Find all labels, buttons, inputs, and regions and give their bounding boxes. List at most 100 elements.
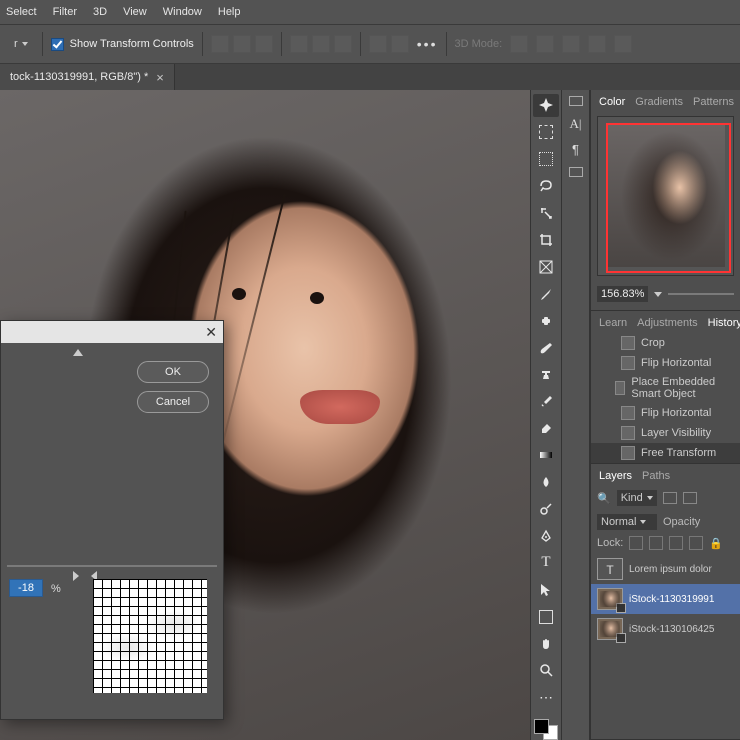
slider-thumb-icon[interactable] [73, 349, 83, 356]
character-panel-icon[interactable]: A| [570, 116, 582, 132]
eyedropper-tool[interactable] [533, 282, 559, 305]
foreground-color-swatch[interactable] [534, 719, 549, 734]
history-item[interactable]: Layer Visibility [591, 423, 740, 443]
move-tool[interactable] [533, 94, 559, 117]
distribute-h-icon[interactable] [369, 35, 387, 53]
lock-pixels-icon[interactable] [649, 536, 663, 550]
align-top-icon[interactable] [211, 35, 229, 53]
zoom-value[interactable]: 156.83% [597, 286, 648, 302]
distortion-grid-preview[interactable] [93, 579, 207, 693]
type-tool[interactable]: T [533, 551, 559, 574]
history-list[interactable]: Crop Flip Horizontal Place Embedded Smar… [591, 333, 740, 463]
zoom-slider[interactable] [668, 293, 734, 295]
eraser-tool[interactable] [533, 417, 559, 440]
filter-pixel-icon[interactable] [663, 492, 677, 504]
amount-input[interactable]: -18 [9, 579, 43, 597]
lock-transparent-icon[interactable] [629, 536, 643, 550]
lock-artboard-icon[interactable] [689, 536, 703, 550]
quick-select-tool[interactable] [533, 202, 559, 225]
align-hcenter-icon[interactable] [312, 35, 330, 53]
menu-item[interactable]: View [123, 6, 147, 18]
layer-name[interactable]: Lorem ipsum dolor [629, 564, 734, 575]
layer-name[interactable]: iStock-1130106425 [629, 624, 734, 635]
ok-button[interactable]: OK [137, 361, 209, 383]
history-item[interactable]: Crop [591, 333, 740, 353]
layer-name[interactable]: iStock-1130319991 [629, 594, 734, 605]
align-bottom-icon[interactable] [255, 35, 273, 53]
menu-item[interactable]: Filter [53, 6, 77, 18]
search-icon[interactable]: 🔍 [597, 492, 611, 505]
layer-row[interactable]: T Lorem ipsum dolor [591, 554, 740, 584]
3d-orbit-icon [510, 35, 528, 53]
tab-layers[interactable]: Layers [599, 470, 632, 482]
document-tab[interactable]: tock-1130319991, RGB/8") * × [0, 64, 175, 90]
close-icon[interactable]: ✕ [205, 324, 217, 341]
menu-item[interactable]: Select [6, 6, 37, 18]
cancel-button[interactable]: Cancel [137, 391, 209, 413]
distribute-v-icon[interactable] [391, 35, 409, 53]
brush-tool[interactable] [533, 336, 559, 359]
lock-all-icon[interactable]: 🔒 [709, 537, 723, 550]
tab-history[interactable]: History [708, 317, 740, 329]
zoom-tool[interactable] [533, 659, 559, 682]
align-left-icon[interactable] [290, 35, 308, 53]
history-item[interactable]: Place Embedded Smart Object [591, 373, 740, 403]
document-canvas[interactable]: ✕ OK Cancel -18 % [0, 90, 530, 740]
filter-adjust-icon[interactable] [683, 492, 697, 504]
amount-slider[interactable] [7, 565, 217, 567]
frame-tool[interactable] [533, 255, 559, 278]
align-right-icon[interactable] [334, 35, 352, 53]
navigator-viewbox[interactable] [606, 123, 731, 273]
layer-row[interactable]: iStock-1130319991 [591, 584, 740, 614]
toolbox: T ⋯ [530, 90, 562, 740]
heal-tool[interactable] [533, 309, 559, 332]
history-item[interactable]: Flip Horizontal [591, 403, 740, 423]
paragraph-panel-icon[interactable]: ¶ [572, 142, 579, 157]
zoom-out-icon[interactable] [654, 292, 662, 297]
tab-paths[interactable]: Paths [642, 470, 670, 482]
menu-item[interactable]: Window [163, 6, 202, 18]
hand-tool[interactable] [533, 632, 559, 655]
pen-tool[interactable] [533, 525, 559, 548]
dodge-tool[interactable] [533, 498, 559, 521]
history-item[interactable]: Free Transform [591, 443, 740, 463]
artboard-tool[interactable] [533, 121, 559, 144]
filter-dialog: ✕ OK Cancel -18 % [0, 320, 224, 720]
color-swatches[interactable] [534, 719, 558, 740]
navigator-preview[interactable] [597, 116, 734, 276]
more-options-icon[interactable]: ••• [417, 36, 438, 52]
history-label: Free Transform [641, 447, 716, 459]
grid-prev-nav-left-icon[interactable] [73, 571, 79, 581]
tab-patterns[interactable]: Patterns [693, 96, 734, 108]
menu-item[interactable]: 3D [93, 6, 107, 18]
tab-gradients[interactable]: Gradients [635, 96, 683, 108]
align-vcenter-icon[interactable] [233, 35, 251, 53]
page-icon [621, 446, 635, 460]
tab-learn[interactable]: Learn [599, 317, 627, 329]
clone-stamp-tool[interactable] [533, 363, 559, 386]
blend-mode-dropdown[interactable]: Normal [597, 514, 657, 530]
close-tab-icon[interactable]: × [156, 70, 164, 85]
edit-toolbar[interactable]: ⋯ [533, 686, 559, 709]
path-select-tool[interactable] [533, 578, 559, 601]
tab-adjustments[interactable]: Adjustments [637, 317, 698, 329]
layer-filter-kind[interactable]: Kind [617, 490, 657, 506]
layer-row[interactable]: iStock-1130106425 [591, 614, 740, 644]
lock-position-icon[interactable] [669, 536, 683, 550]
blur-tool[interactable] [533, 471, 559, 494]
history-brush-tool[interactable] [533, 390, 559, 413]
divider [360, 32, 361, 56]
dialog-titlebar[interactable]: ✕ [1, 321, 223, 343]
menu-item[interactable]: Help [218, 6, 241, 18]
tab-color[interactable]: Color [599, 96, 625, 108]
panel-icon[interactable] [569, 167, 583, 177]
panel-icon[interactable] [569, 96, 583, 106]
show-transform-controls-toggle[interactable]: Show Transform Controls [51, 38, 194, 51]
gradient-tool[interactable] [533, 444, 559, 467]
crop-tool[interactable] [533, 229, 559, 252]
history-item[interactable]: Flip Horizontal [591, 353, 740, 373]
marquee-tool[interactable] [533, 148, 559, 171]
rectangle-tool[interactable] [533, 605, 559, 628]
lasso-tool[interactable] [533, 175, 559, 198]
layer-target-dropdown[interactable]: r [8, 36, 34, 52]
